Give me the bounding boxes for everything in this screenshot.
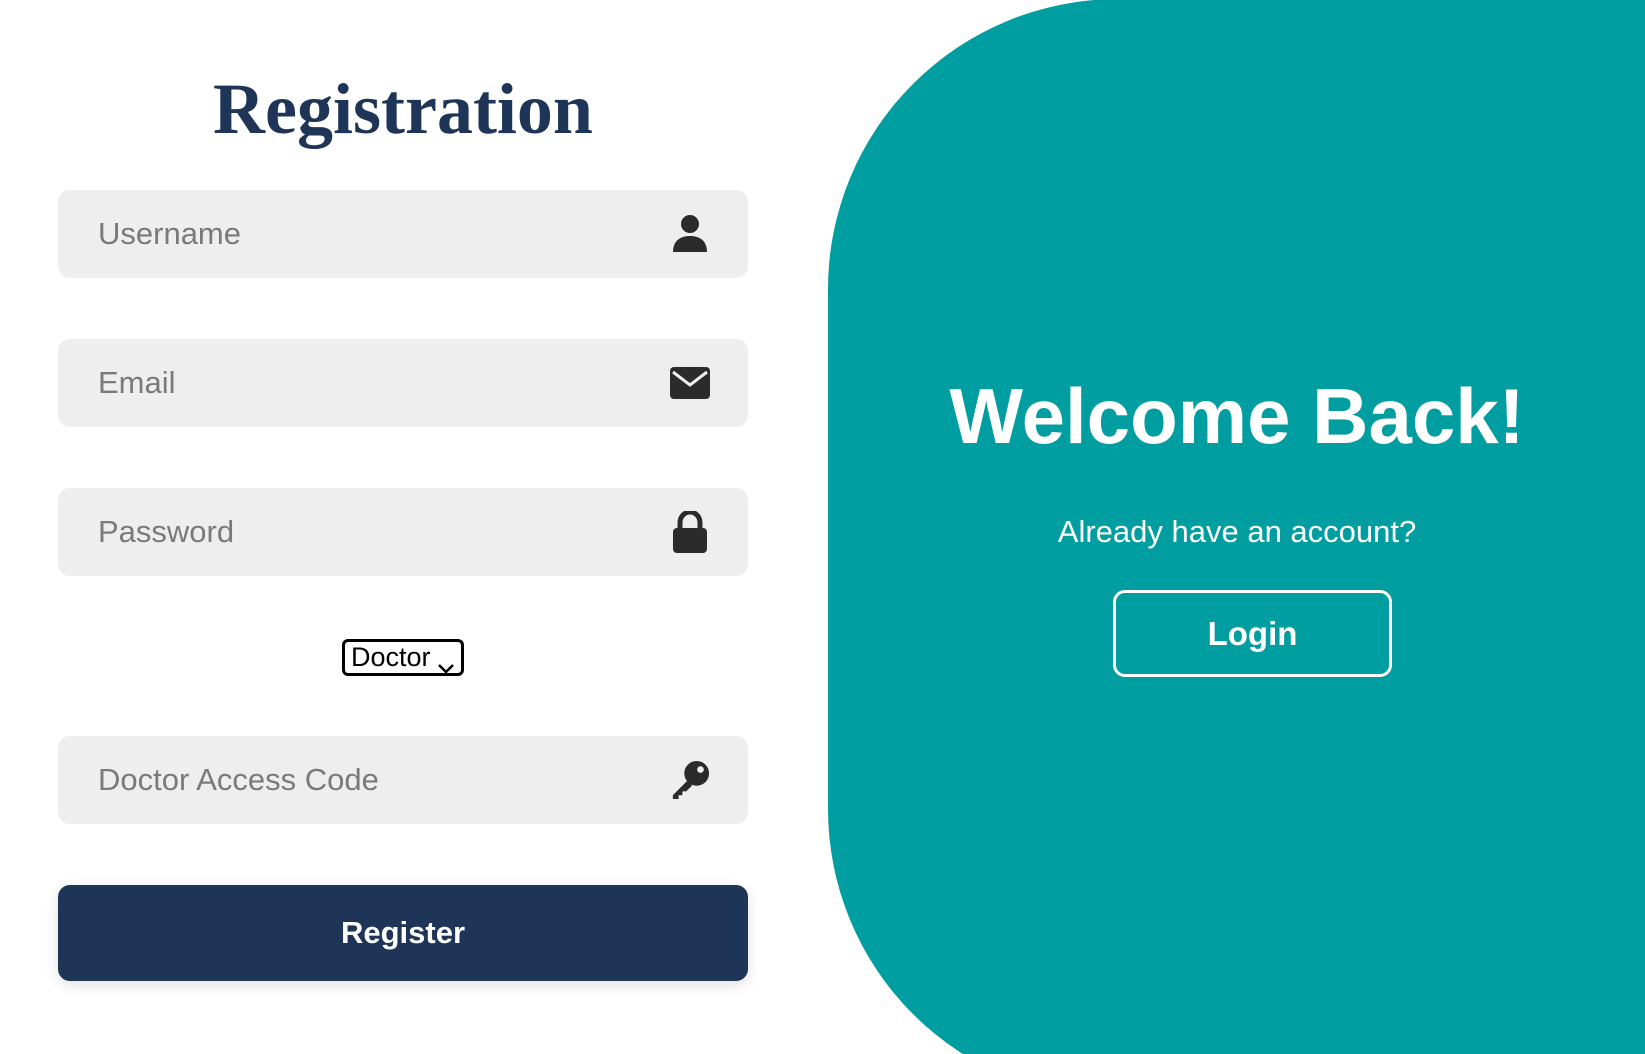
register-button[interactable]: Register xyxy=(58,885,748,981)
envelope-icon xyxy=(670,363,710,403)
password-field-container xyxy=(58,488,748,576)
page: Registration Username Email Doctor Docto… xyxy=(0,0,1645,1054)
user-icon xyxy=(670,214,710,254)
registration-form: Registration Username Email Doctor Docto… xyxy=(58,0,748,1054)
welcome-subtitle: Already have an account? xyxy=(1057,514,1417,549)
lock-icon xyxy=(670,511,710,553)
key-icon xyxy=(670,760,710,800)
password-input[interactable] xyxy=(58,488,748,576)
username-field-container xyxy=(58,190,748,278)
chevron-down-icon xyxy=(437,651,455,682)
email-field-container xyxy=(58,339,748,427)
email-input[interactable] xyxy=(58,339,748,427)
login-button[interactable]: Login xyxy=(1113,590,1392,677)
welcome-title: Welcome Back! xyxy=(949,372,1525,460)
role-select[interactable]: Doctor xyxy=(342,639,464,676)
access-code-field-container xyxy=(58,736,748,824)
role-select-value: Doctor xyxy=(351,642,431,672)
access-code-input[interactable] xyxy=(58,736,748,824)
page-title: Registration xyxy=(213,69,593,149)
username-input[interactable] xyxy=(58,190,748,278)
